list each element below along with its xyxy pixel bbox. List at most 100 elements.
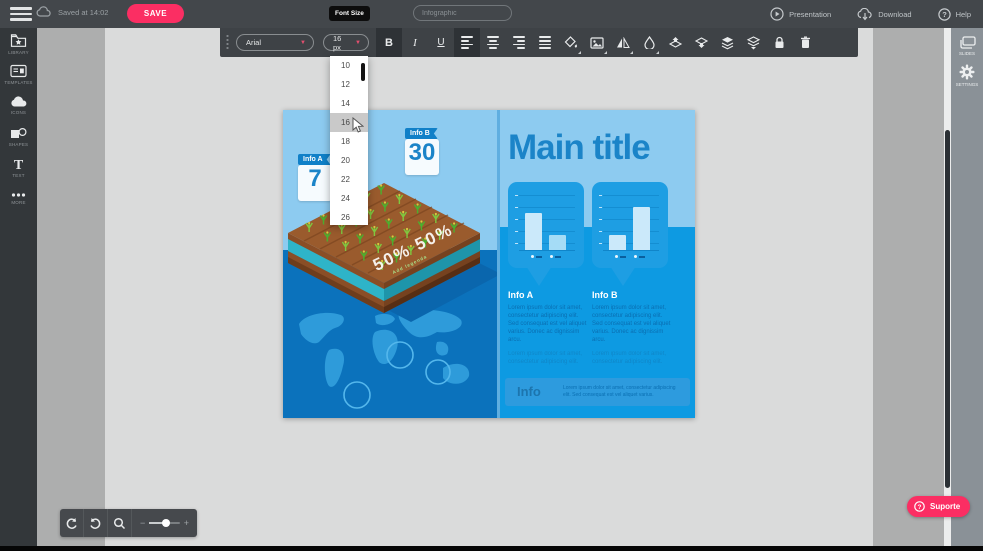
slides-icon xyxy=(959,36,976,49)
align-center-button[interactable] xyxy=(480,28,506,57)
section-a-body[interactable]: Lorem ipsum dolor sit amet, consectetur … xyxy=(508,304,588,344)
library-icon xyxy=(10,33,27,48)
align-right-button[interactable] xyxy=(506,28,532,57)
font-size-option-24[interactable]: 24 xyxy=(330,189,368,208)
zoom-in-button[interactable]: + xyxy=(184,518,189,528)
zoom-slider-track[interactable] xyxy=(149,522,179,524)
sidebar-item-icons[interactable]: ICONS xyxy=(0,90,37,121)
sidebar-item-text[interactable]: T TEXT xyxy=(0,152,37,183)
align-justify-button[interactable] xyxy=(532,28,558,57)
align-justify-icon xyxy=(539,36,551,48)
info-box[interactable]: Info Lorem ipsum dolor sit amet, consect… xyxy=(505,378,690,406)
help-icon: ? xyxy=(938,8,951,21)
sidebar-item-label: TEMPLATES xyxy=(4,80,32,85)
font-size-dropdown[interactable]: 101214161820222426 xyxy=(330,56,368,225)
chevron-down-icon: ▼ xyxy=(349,40,361,46)
sidebar-item-library[interactable]: LIBRARY xyxy=(0,28,37,59)
magnifier-icon xyxy=(113,517,126,530)
underline-button[interactable]: U xyxy=(428,28,454,57)
replace-image-button[interactable] xyxy=(584,28,610,57)
dropdown-scrollbar-thumb[interactable] xyxy=(361,63,365,81)
sidebar-item-settings[interactable]: SETTINGS xyxy=(951,56,983,87)
download-button[interactable]: Download xyxy=(857,8,911,21)
document-title-input[interactable] xyxy=(413,5,512,21)
sidebar-item-shapes[interactable]: SHAPES xyxy=(0,121,37,152)
chevron-down-icon: ▼ xyxy=(294,40,306,46)
send-backward-button[interactable] xyxy=(688,28,714,57)
sidebar-item-label: SHAPES xyxy=(9,142,28,147)
help-label: Help xyxy=(956,10,971,19)
zoom-tool-button[interactable] xyxy=(108,509,132,537)
save-button[interactable]: SAVE xyxy=(127,4,184,23)
mini-bar-chart xyxy=(519,191,575,251)
redo-button[interactable] xyxy=(60,509,84,537)
toolbar-drag-handle[interactable] xyxy=(225,34,230,51)
sidebar-item-label: SLIDES xyxy=(959,51,975,56)
templates-icon xyxy=(10,64,27,78)
download-label: Download xyxy=(878,10,911,19)
flip-button[interactable] xyxy=(610,28,636,57)
info-b-tag[interactable]: Info B 30 xyxy=(405,122,439,175)
sidebar-item-more[interactable]: MORE xyxy=(0,183,37,214)
svg-text:T: T xyxy=(14,158,24,171)
zoom-out-button[interactable]: − xyxy=(140,518,145,528)
font-size-tooltip: Font Size xyxy=(329,6,370,21)
zoom-slider-thumb[interactable] xyxy=(162,519,170,527)
section-b-body2[interactable]: Lorem ipsum dolor sit amet, consectetur … xyxy=(592,350,672,366)
sidebar-item-slides[interactable]: SLIDES xyxy=(951,28,983,56)
format-toolbar: Arial▼ 16 px▼ B I U xyxy=(220,28,858,57)
bold-button[interactable]: B xyxy=(376,28,402,57)
help-button[interactable]: ? Help xyxy=(938,8,971,21)
section-b-body[interactable]: Lorem ipsum dolor sit amet, consectetur … xyxy=(592,304,672,344)
info-a-tag[interactable]: Info A 7 xyxy=(298,148,332,201)
info-box-label: Info xyxy=(517,384,541,399)
font-size-option-18[interactable]: 18 xyxy=(330,132,368,151)
saved-status-text: Saved at 14:02 xyxy=(58,8,108,17)
presentation-button[interactable]: Presentation xyxy=(770,7,831,21)
svg-text:?: ? xyxy=(918,504,922,511)
tag-label: Info B xyxy=(405,128,438,139)
sidebar-item-templates[interactable]: TEMPLATES xyxy=(0,59,37,90)
main-title-text[interactable]: Main title xyxy=(508,128,692,168)
font-size-option-22[interactable]: 22 xyxy=(330,170,368,189)
scrollbar-thumb[interactable] xyxy=(945,130,950,488)
font-size-option-14[interactable]: 14 xyxy=(330,94,368,113)
workspace-scrollbar[interactable] xyxy=(944,28,951,551)
text-icon: T xyxy=(11,157,26,171)
font-size-option-26[interactable]: 26 xyxy=(330,208,368,225)
font-size-option-20[interactable]: 20 xyxy=(330,151,368,170)
bring-forward-button[interactable] xyxy=(662,28,688,57)
speech-tail xyxy=(526,266,552,286)
align-right-icon xyxy=(513,36,525,48)
shapes-icon xyxy=(10,127,27,140)
undo-button[interactable] xyxy=(84,509,108,537)
send-to-back-button[interactable] xyxy=(740,28,766,57)
section-a-heading[interactable]: Info A xyxy=(508,290,533,300)
cloud-saved-icon xyxy=(36,6,52,18)
trash-icon xyxy=(800,36,811,49)
fill-color-button[interactable] xyxy=(558,28,584,57)
italic-button[interactable]: I xyxy=(402,28,428,57)
lock-button[interactable] xyxy=(766,28,792,57)
align-left-button[interactable] xyxy=(454,28,480,57)
chart-bar xyxy=(633,207,650,250)
section-b-heading[interactable]: Info B xyxy=(592,290,618,300)
chart-card-a[interactable] xyxy=(508,182,584,268)
font-size-option-16[interactable]: 16 xyxy=(330,113,368,132)
font-family-select[interactable]: Arial▼ xyxy=(236,34,314,51)
question-circle-icon: ? xyxy=(914,501,925,512)
bring-to-front-button[interactable] xyxy=(714,28,740,57)
delete-button[interactable] xyxy=(792,28,818,57)
support-button[interactable]: ? Suporte xyxy=(907,496,970,517)
opacity-button[interactable] xyxy=(636,28,662,57)
font-size-select[interactable]: 16 px▼ xyxy=(323,34,369,51)
section-a-body2[interactable]: Lorem ipsum dolor sit amet, consectetur … xyxy=(508,350,588,366)
play-circle-icon xyxy=(770,7,784,21)
chart-legend xyxy=(592,255,668,258)
chart-card-b[interactable] xyxy=(592,182,668,268)
sidebar-item-label: ICONS xyxy=(11,110,26,115)
align-center-icon xyxy=(487,36,499,48)
image-icon xyxy=(590,37,604,49)
chart-bar xyxy=(525,213,542,250)
hamburger-menu-icon[interactable] xyxy=(10,7,32,21)
